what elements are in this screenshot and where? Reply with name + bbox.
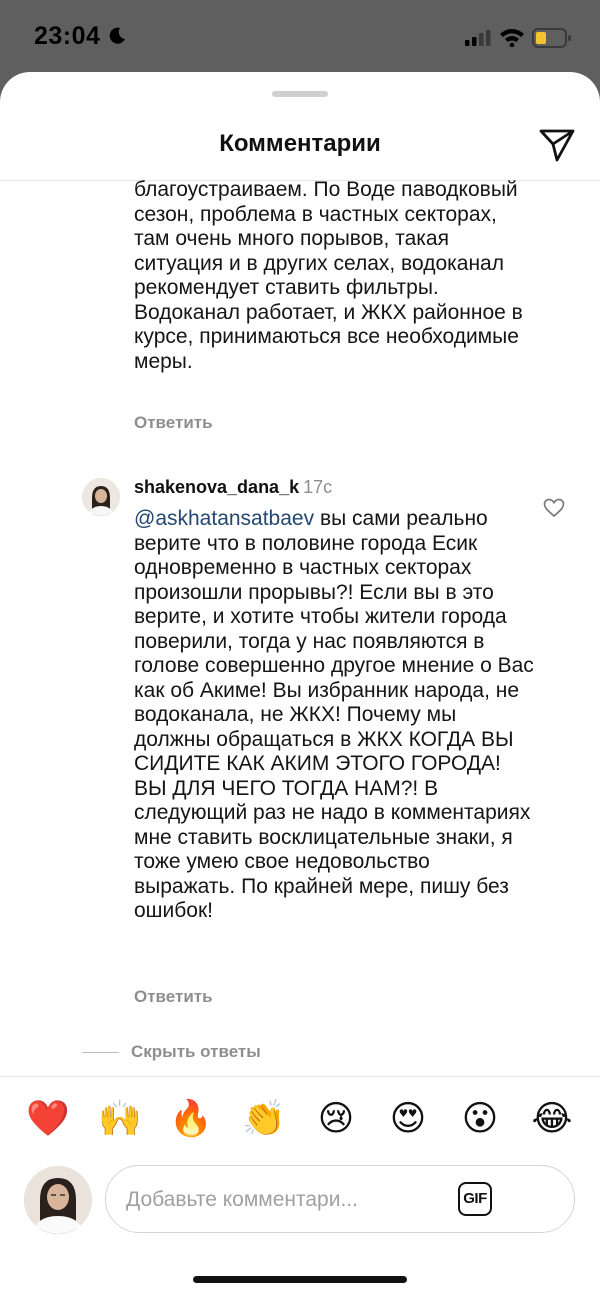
hide-replies-button[interactable]: Скрыть ответы xyxy=(131,1042,261,1062)
comment-meta: shakenova_dana_k 17с xyxy=(134,477,332,498)
wifi-icon xyxy=(500,29,524,47)
page-title: Комментарии xyxy=(219,130,381,157)
comment-body: вы сами реально верите что в половине го… xyxy=(134,507,534,922)
divider xyxy=(0,1076,600,1077)
comment-composer: GIF xyxy=(105,1165,575,1233)
emoji-bar: ❤️ 🙌 🔥 👏 😢 😍 😮 😂 xyxy=(0,1097,600,1141)
red-heart-emoji-icon[interactable]: ❤️ xyxy=(26,1097,70,1141)
raised-hands-emoji-icon[interactable]: 🙌 xyxy=(98,1097,142,1141)
surprised-face-emoji-icon[interactable]: 😮 xyxy=(458,1097,502,1141)
heart-eyes-emoji-icon[interactable]: 😍 xyxy=(386,1097,430,1141)
fire-emoji-icon[interactable]: 🔥 xyxy=(169,1097,213,1141)
comment-time: 17с xyxy=(303,477,333,497)
avatar[interactable] xyxy=(24,1166,92,1234)
status-bar: 23:04 xyxy=(0,0,600,74)
home-indicator xyxy=(193,1276,407,1283)
reply-button[interactable]: Ответить xyxy=(134,413,213,433)
cellular-signal-icon xyxy=(465,30,491,46)
heart-outline-icon[interactable] xyxy=(543,498,565,518)
comment-input[interactable] xyxy=(124,1180,448,1220)
comments-sheet: Комментарии благоустраиваем. По Воде пав… xyxy=(0,72,600,1297)
battery-icon xyxy=(532,28,571,48)
crying-face-emoji-icon[interactable]: 😢 xyxy=(314,1097,358,1141)
mention-link[interactable]: @askhatansatbaev xyxy=(134,507,314,530)
reply-button[interactable]: Ответить xyxy=(134,987,213,1007)
status-time: 23:04 xyxy=(34,22,101,50)
comment-text: благоустраиваем. По Воде паводковый сезо… xyxy=(134,178,523,373)
tears-of-joy-emoji-icon[interactable]: 😂 xyxy=(530,1097,574,1141)
send-icon[interactable] xyxy=(538,127,576,163)
divider xyxy=(82,1052,119,1053)
moon-icon xyxy=(109,27,125,44)
clapping-hands-emoji-icon[interactable]: 👏 xyxy=(242,1097,286,1141)
comment-text: @askhatansatbaev вы сами реально верите … xyxy=(134,507,534,924)
gif-button[interactable]: GIF xyxy=(458,1182,492,1216)
avatar[interactable] xyxy=(82,478,120,516)
username[interactable]: shakenova_dana_k xyxy=(134,477,299,497)
sheet-grabber[interactable] xyxy=(272,91,328,97)
